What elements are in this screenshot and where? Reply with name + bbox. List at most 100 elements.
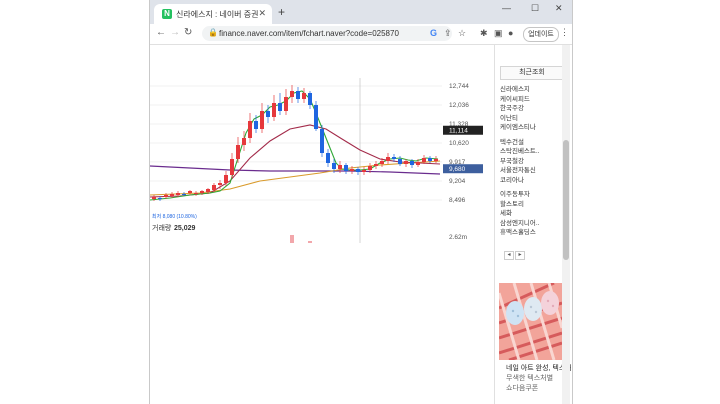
candle-body xyxy=(332,163,336,169)
candle-body xyxy=(152,197,156,199)
candle-body xyxy=(170,194,174,196)
recent-stock-item[interactable]: 세화 xyxy=(500,209,540,219)
maximize-button[interactable]: ☐ xyxy=(531,3,539,14)
candle-body xyxy=(224,175,228,183)
prev-page-button[interactable]: ◂ xyxy=(504,251,514,260)
price-tick-label: 12,744 xyxy=(449,83,469,90)
volume-max-label: 2.62m xyxy=(449,234,467,241)
candle-body xyxy=(404,161,408,164)
recent-stock-item[interactable]: 케이씨피드 xyxy=(500,95,540,105)
candle-body xyxy=(182,194,186,195)
volume-bar xyxy=(290,235,294,243)
volume-bar xyxy=(308,241,312,243)
volume-label: 거래량 xyxy=(152,223,172,232)
candle-body xyxy=(164,195,168,197)
candle-body xyxy=(266,111,270,117)
price-tick-label: 9,204 xyxy=(449,178,466,185)
candle-body xyxy=(278,103,282,111)
candle-body xyxy=(356,169,360,172)
recent-stock-item[interactable]: 스탁진베스트.. xyxy=(500,147,540,157)
candle-body xyxy=(374,164,378,166)
candle-body xyxy=(428,158,432,161)
recent-stock-item[interactable]: 신라에스지 xyxy=(500,85,540,95)
tab-bar: N 신라에스지 : 네이버 증권 ✕ + — ☐ ✕ xyxy=(150,0,572,24)
new-tab-button[interactable]: + xyxy=(278,5,285,19)
candle-body xyxy=(248,121,252,138)
candle-body xyxy=(230,159,234,175)
candle-body xyxy=(368,166,372,170)
recent-view-title[interactable]: 최근조회 xyxy=(500,66,564,80)
close-tab-icon[interactable]: ✕ xyxy=(258,8,266,19)
candle-body xyxy=(422,158,426,162)
tab-title: 신라에스지 : 네이버 증권 xyxy=(176,10,259,19)
candle-body xyxy=(194,193,198,194)
candle-body xyxy=(380,161,384,164)
next-page-button[interactable]: ▸ xyxy=(515,251,525,260)
browser-tab[interactable]: N 신라에스지 : 네이버 증권 ✕ xyxy=(154,4,272,24)
candle-body xyxy=(362,170,366,172)
candle-body xyxy=(212,185,216,190)
candle-body xyxy=(290,91,294,97)
price-tick-label: 12,036 xyxy=(449,102,469,109)
candle-body xyxy=(206,189,210,192)
candle-body xyxy=(284,97,288,111)
candle-body xyxy=(344,165,348,171)
candle-body xyxy=(416,162,420,165)
candle-body xyxy=(314,105,318,129)
minimize-button[interactable]: — xyxy=(502,3,511,13)
candle-body xyxy=(260,111,264,129)
ad-image[interactable] xyxy=(499,283,562,360)
last-price-text: 9,680 xyxy=(449,166,466,173)
recent-stock-item[interactable]: 이주동투자 xyxy=(500,190,540,200)
profile-avatar-icon[interactable]: ● xyxy=(508,28,513,38)
current-price-text: 11,114 xyxy=(449,128,468,135)
candle-body xyxy=(434,159,438,161)
scrollbar-thumb[interactable] xyxy=(563,140,569,260)
candle-body xyxy=(398,159,402,164)
candle-body xyxy=(338,165,342,169)
update-button[interactable]: 업데이트 xyxy=(523,27,559,42)
candle-body xyxy=(200,191,204,193)
candle-body xyxy=(296,91,300,99)
ma5-line xyxy=(150,90,439,201)
ma60-line xyxy=(150,160,441,196)
candle-body xyxy=(308,93,312,105)
recent-view-list: 신라에스지 케이씨피드 한국주강 이난티 케이엠스티나텍수건설 스탁진베스트.. 부국철강 서… xyxy=(500,85,540,238)
candle-body xyxy=(236,145,240,159)
close-window-button[interactable]: ✕ xyxy=(555,3,563,14)
ma20-line xyxy=(150,124,441,198)
recent-stock-item[interactable]: 서울전자통신 xyxy=(500,166,540,176)
candle-body xyxy=(326,153,330,163)
recent-stock-item[interactable]: 케이엠스티나 xyxy=(500,123,540,133)
recent-stock-item[interactable]: 휴맥스홀딩스 xyxy=(500,228,540,238)
sidebar-divider xyxy=(494,45,495,404)
candle-body xyxy=(158,198,162,199)
candle-body xyxy=(386,157,390,161)
recent-stock-item[interactable]: 부국철강 xyxy=(500,157,540,167)
ma120-line xyxy=(150,165,441,175)
candle-body xyxy=(320,129,324,153)
candle-body xyxy=(350,169,354,171)
recent-stock-item[interactable]: 할스토리 xyxy=(500,200,540,210)
candle-body xyxy=(242,138,246,145)
browser-window: N 신라에스지 : 네이버 증권 ✕ + — ☐ ✕ ← → ↻ 🔒 finan… xyxy=(150,0,572,404)
candle-body xyxy=(188,191,192,193)
recent-stock-item[interactable]: 이난티 xyxy=(500,114,540,124)
candle-body xyxy=(410,161,414,165)
low-price-marker: 최저 8,080 (10.80%) xyxy=(152,213,197,220)
stock-chart[interactable]: 12,74412,03611,32810,6209,9179,2048,4961… xyxy=(150,33,490,243)
menu-kebab-icon[interactable]: ⋮ xyxy=(560,27,569,38)
candle-body xyxy=(176,193,180,195)
nail-polish-image xyxy=(499,283,562,360)
volume-value: 25,029 xyxy=(174,225,196,232)
candle-body xyxy=(254,121,258,129)
recent-stock-item[interactable]: 한국주강 xyxy=(500,104,540,114)
price-tick-label: 8,496 xyxy=(449,197,466,204)
recent-stock-item[interactable]: 삼성엔지니어.. xyxy=(500,219,540,229)
naver-favicon-icon: N xyxy=(162,9,172,19)
candle-body xyxy=(392,157,396,159)
sidepanel-icon[interactable]: ▣ xyxy=(494,28,503,39)
recent-stock-item[interactable]: 코리아나 xyxy=(500,176,540,186)
price-tick-label: 10,620 xyxy=(449,140,469,147)
recent-stock-item[interactable]: 텍수건설 xyxy=(500,138,540,148)
